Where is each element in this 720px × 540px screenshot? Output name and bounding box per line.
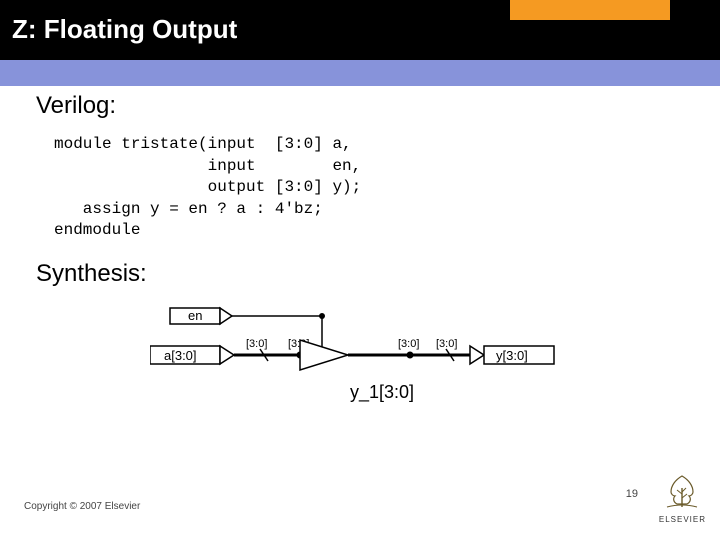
code-line: input en, <box>54 157 361 175</box>
verilog-heading: Verilog: <box>36 92 720 120</box>
a-label: a[3:0] <box>164 348 197 363</box>
copyright-text: Copyright © 2007 Elsevier <box>24 501 140 512</box>
elsevier-logo: ELSEVIER <box>659 474 706 524</box>
footer: Copyright © 2007 Elsevier 19 ELSEVIER <box>0 480 720 530</box>
en-label: en <box>188 308 202 323</box>
synthesis-diagram: en a[3:0] [3:0] [3:0] [3:0] [3:0] <box>150 302 720 417</box>
tristate-buffer-icon <box>300 340 348 370</box>
bus-label: [3:0] <box>246 338 267 350</box>
bus-label: [3:0] <box>398 338 419 350</box>
code-line: endmodule <box>54 221 140 239</box>
instance-label: y_1[3:0] <box>350 382 414 403</box>
y-pin-icon: y[3:0] <box>470 346 554 364</box>
verilog-code: module tristate(input [3:0] a, input en,… <box>54 134 720 242</box>
code-line: output [3:0] y); <box>54 178 361 196</box>
elsevier-tree-icon <box>661 474 703 508</box>
title-blue-strip <box>0 60 720 86</box>
bus-label: [3:0] <box>436 338 457 350</box>
y-label: y[3:0] <box>496 348 528 363</box>
tristate-schematic-icon: en a[3:0] [3:0] [3:0] [3:0] [3:0] <box>150 302 570 412</box>
code-line: assign y = en ? a : 4'bz; <box>54 200 323 218</box>
elsevier-brand-text: ELSEVIER <box>659 515 706 524</box>
synthesis-heading: Synthesis: <box>36 260 720 288</box>
code-line: module tristate(input [3:0] a, <box>54 135 352 153</box>
page-title: Z: Floating Output <box>12 14 237 45</box>
en-pin-icon: en <box>170 308 232 324</box>
page-number: 19 <box>626 488 638 500</box>
title-bar: Z: Floating Output <box>0 0 720 74</box>
a-pin-icon: a[3:0] <box>150 346 234 364</box>
title-orange-accent <box>510 0 670 20</box>
